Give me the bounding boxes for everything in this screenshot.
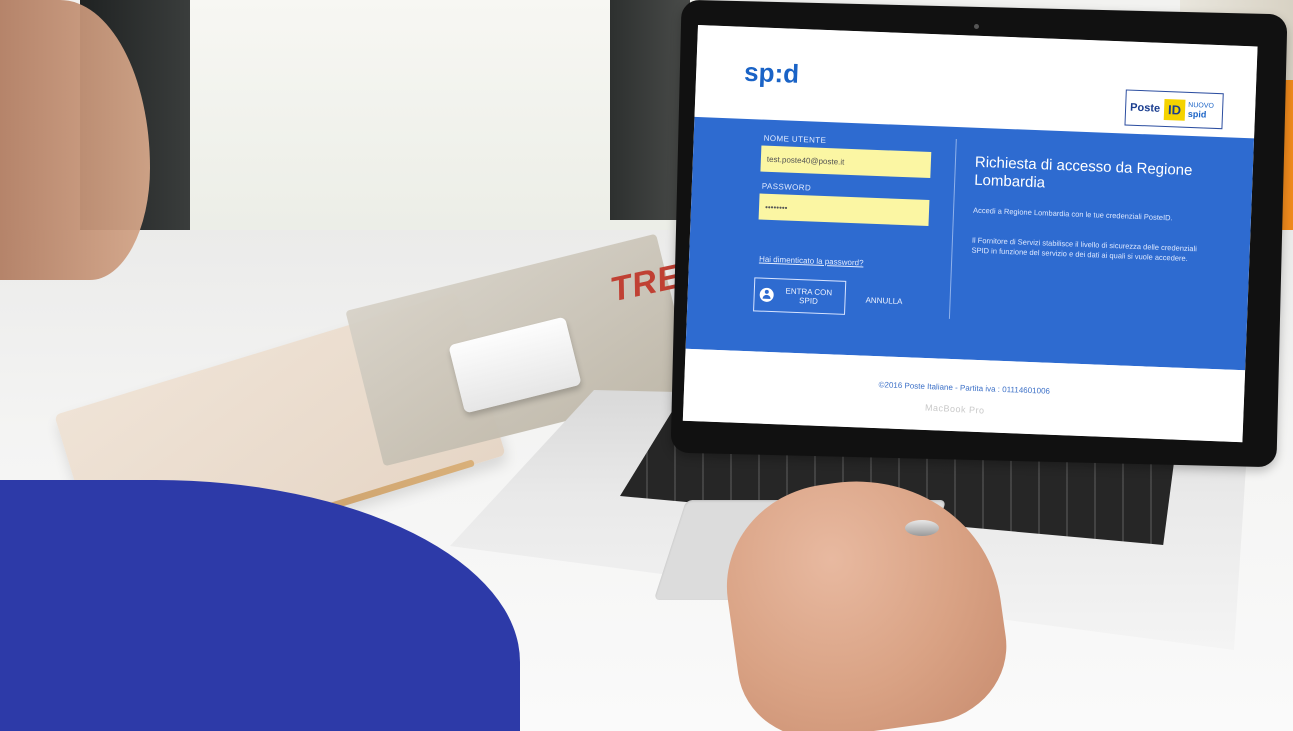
info-paragraph-2: Il Fornitore di Servizi stabilisce il li… (971, 235, 1198, 263)
spid-mini-label: spid (1187, 108, 1207, 120)
login-panel: NOME UTENTE PASSWORD Hai dimenticato la … (685, 116, 1255, 371)
forgot-password-link[interactable]: Hai dimenticato la password? (759, 255, 864, 268)
panel-divider (948, 138, 957, 319)
camera-icon (974, 24, 979, 29)
laptop-screen: sp:d Poste ID NUOVO spid NOME UTENTE PAS… (682, 25, 1258, 443)
spid-logo: sp:d (743, 56, 800, 89)
poste-id-badge: Poste ID NUOVO spid (1124, 89, 1224, 130)
ring (905, 520, 939, 536)
username-label: NOME UTENTE (763, 133, 827, 146)
poste-label: Poste (1129, 101, 1161, 115)
info-paragraph-1: Accedi a Regione Lombardia con le tue cr… (972, 205, 1173, 223)
poste-nuovo: NUOVO spid (1185, 102, 1214, 120)
password-label: PASSWORD (761, 181, 812, 193)
spid-login-button[interactable]: ENTRA CON SPID (753, 277, 847, 315)
spid-login-label: ENTRA CON SPID (785, 286, 833, 306)
poste-id-label: ID (1163, 98, 1186, 121)
footer-text: ©2016 Poste Italiane - Partita iva : 011… (878, 380, 1051, 396)
photo-scene: TREL sp:d Poste ID NUOVO spid NOME UTENT… (0, 0, 1293, 731)
cancel-button[interactable]: ANNULLA (865, 296, 902, 306)
username-input[interactable] (760, 145, 932, 179)
password-input[interactable] (758, 193, 930, 226)
access-request-title: Richiesta di accesso da Regione Lombardi… (973, 153, 1193, 192)
user-icon (759, 287, 774, 303)
